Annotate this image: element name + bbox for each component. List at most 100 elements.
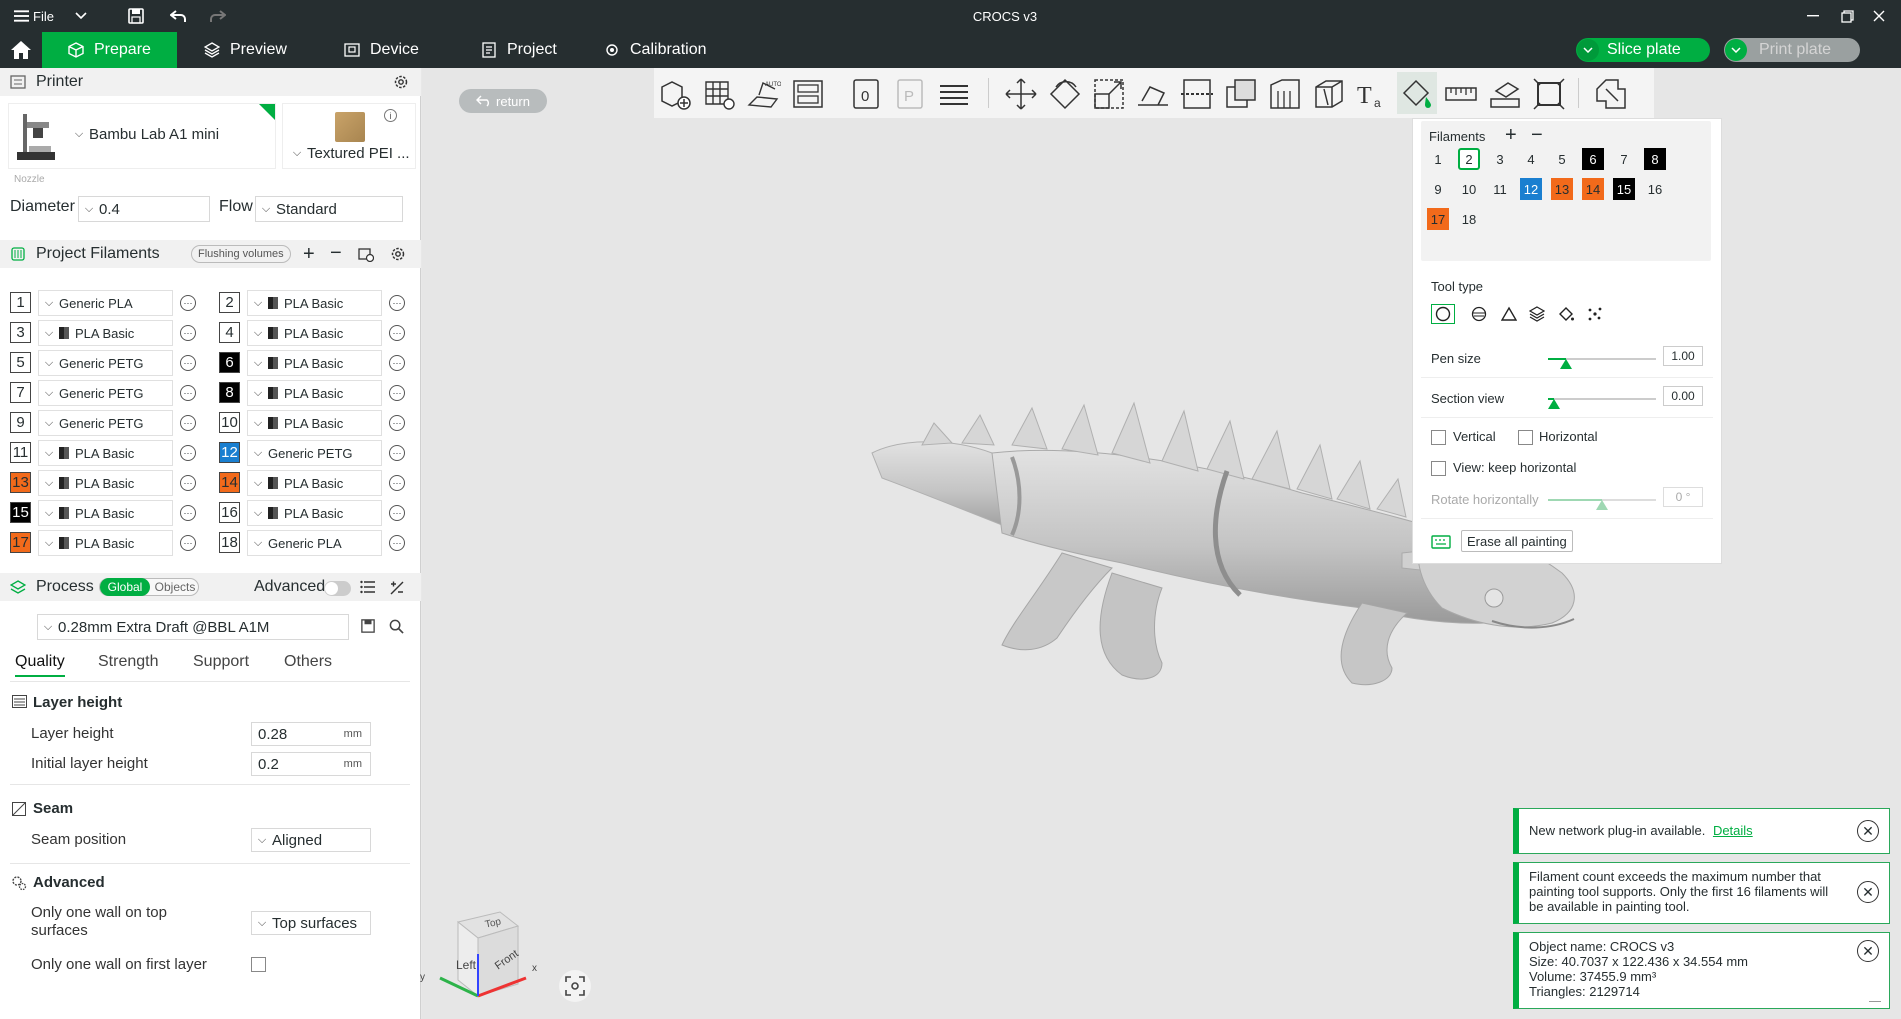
filament-options-icon[interactable]: ···	[180, 445, 196, 461]
rotate-input[interactable]: 0 °	[1663, 487, 1703, 507]
filament-type-select[interactable]: ⌵ Generic PLA	[38, 290, 173, 316]
subtab-quality[interactable]: Quality	[15, 653, 65, 677]
tab-preview[interactable]: Preview	[190, 32, 301, 68]
close-notification-icon[interactable]: ✕	[1857, 881, 1879, 903]
remove-paint-filament-icon[interactable]: −	[1531, 124, 1543, 147]
fit-view-icon[interactable]	[1532, 77, 1566, 111]
filament-number-badge[interactable]: 18	[219, 532, 240, 553]
pen-size-input[interactable]: 1.00	[1663, 346, 1703, 366]
filament-options-icon[interactable]: ···	[389, 475, 405, 491]
section-view-slider-thumb[interactable]	[1548, 399, 1560, 409]
add-object-icon[interactable]	[658, 77, 692, 111]
close-notification-icon[interactable]: ✕	[1857, 820, 1879, 842]
tool-circle-button[interactable]	[1431, 304, 1455, 324]
filament-options-icon[interactable]: ···	[180, 415, 196, 431]
paint-filament-chip[interactable]: 15	[1613, 178, 1635, 200]
height-range-icon[interactable]	[1529, 306, 1545, 322]
subtab-strength[interactable]: Strength	[98, 653, 158, 671]
paint-filament-chip[interactable]: 12	[1520, 178, 1542, 200]
filament-options-icon[interactable]: ···	[389, 325, 405, 341]
advanced-switch[interactable]	[324, 581, 351, 596]
filament-options-icon[interactable]: ···	[389, 505, 405, 521]
arrange-icon[interactable]	[791, 77, 825, 111]
paint-filament-chip[interactable]: 6	[1582, 148, 1604, 170]
flow-select[interactable]: ⌵ Standard	[255, 196, 403, 222]
paint-filament-chip[interactable]: 1	[1427, 148, 1449, 170]
filament-type-select[interactable]: ⌵ PLA Basic	[38, 500, 173, 526]
paint-filament-chip[interactable]: 8	[1644, 148, 1666, 170]
paint-filament-chip[interactable]: 10	[1458, 178, 1480, 200]
filament-options-icon[interactable]: ···	[389, 535, 405, 551]
paint-filament-chip[interactable]: 2	[1458, 148, 1480, 170]
rotate-icon[interactable]	[1048, 77, 1082, 111]
layer-height-input[interactable]: 0.28 mm	[251, 722, 371, 746]
filament-number-badge[interactable]: 17	[10, 532, 31, 553]
filament-number-badge[interactable]: 13	[10, 472, 31, 493]
filament-number-badge[interactable]: 15	[10, 502, 31, 523]
filament-type-select[interactable]: ⌵ PLA Basic	[247, 500, 382, 526]
paint-filament-chip[interactable]: 16	[1644, 178, 1666, 200]
filament-number-badge[interactable]: 10	[219, 412, 240, 433]
global-objects-toggle[interactable]: Global Objects	[99, 578, 199, 596]
undo-icon[interactable]	[166, 0, 190, 32]
cut-icon[interactable]	[1180, 77, 1214, 111]
close-notification-icon[interactable]: ✕	[1857, 940, 1879, 962]
filament-number-badge[interactable]: 7	[10, 382, 31, 403]
boolean-icon[interactable]	[1224, 77, 1258, 111]
subtab-others[interactable]: Others	[284, 653, 332, 671]
plate-p-icon[interactable]: P	[893, 77, 927, 111]
filament-number-badge[interactable]: 12	[219, 442, 240, 463]
auto-orient-icon[interactable]: AUTO	[747, 77, 781, 111]
filament-type-select[interactable]: ⌵ PLA Basic	[247, 380, 382, 406]
keyboard-shortcuts-icon[interactable]	[1431, 535, 1451, 549]
section-view-input[interactable]: 0.00	[1663, 386, 1703, 406]
filament-options-icon[interactable]: ···	[389, 355, 405, 371]
filament-type-select[interactable]: ⌵ Generic PLA	[247, 530, 382, 556]
filament-options-icon[interactable]: ···	[180, 295, 196, 311]
filament-type-select[interactable]: ⌵ Generic PETG	[38, 410, 173, 436]
paint-filament-chip[interactable]: 17	[1427, 208, 1449, 230]
tab-device[interactable]: Device	[330, 32, 433, 68]
paint-filament-chip[interactable]: 14	[1582, 178, 1604, 200]
filament-options-icon[interactable]: ···	[180, 475, 196, 491]
subtab-support[interactable]: Support	[193, 653, 249, 671]
horizontal-checkbox[interactable]	[1518, 430, 1533, 445]
redo-icon[interactable]	[206, 0, 230, 32]
initial-layer-height-input[interactable]: 0.2 mm	[251, 752, 371, 776]
filament-settings-icon[interactable]	[390, 246, 406, 262]
filament-sync-icon[interactable]	[358, 246, 374, 262]
paint-filament-chip[interactable]: 5	[1551, 148, 1573, 170]
rotate-slider[interactable]	[1548, 499, 1656, 510]
measure-icon[interactable]	[1444, 77, 1478, 111]
plugin-details-link[interactable]: Details	[1713, 823, 1753, 838]
gap-fill-icon[interactable]	[1587, 306, 1603, 322]
tab-calibration[interactable]: Calibration	[590, 32, 720, 68]
paint-filament-chip[interactable]: 13	[1551, 178, 1573, 200]
move-icon[interactable]	[1004, 77, 1038, 111]
process-preset-select[interactable]: ⌵ 0.28mm Extra Draft @BBL A1M	[37, 614, 349, 640]
filament-type-select[interactable]: ⌵ PLA Basic	[247, 290, 382, 316]
camera-reset-button[interactable]	[559, 970, 591, 1002]
one-wall-top-select[interactable]: ⌵ Top surfaces	[251, 911, 371, 935]
slice-dropdown-icon[interactable]	[1577, 39, 1599, 61]
plate-selector[interactable]: i ⌵ Textured PEI ...	[282, 103, 416, 169]
close-window-icon[interactable]	[1866, 0, 1892, 32]
layers-stack-icon[interactable]	[937, 77, 971, 111]
filament-type-select[interactable]: ⌵ PLA Basic	[247, 350, 382, 376]
search-icon[interactable]	[389, 619, 404, 634]
tab-prepare[interactable]: Prepare	[42, 32, 177, 68]
filament-options-icon[interactable]: ···	[389, 415, 405, 431]
filament-number-badge[interactable]: 5	[10, 352, 31, 373]
keep-horizontal-checkbox[interactable]	[1431, 461, 1446, 476]
filament-options-icon[interactable]: ···	[180, 385, 196, 401]
save-icon[interactable]	[124, 0, 148, 32]
filament-type-select[interactable]: ⌵ PLA Basic	[38, 440, 173, 466]
home-button[interactable]	[0, 32, 42, 68]
filament-type-select[interactable]: ⌵ Generic PETG	[38, 350, 173, 376]
vertical-checkbox[interactable]	[1431, 430, 1446, 445]
minimize-icon[interactable]	[1800, 0, 1826, 32]
filament-number-badge[interactable]: 3	[10, 322, 31, 343]
fill-bucket-icon[interactable]	[1558, 306, 1574, 322]
one-wall-first-checkbox[interactable]	[251, 957, 266, 972]
filament-type-select[interactable]: ⌵ PLA Basic	[247, 470, 382, 496]
